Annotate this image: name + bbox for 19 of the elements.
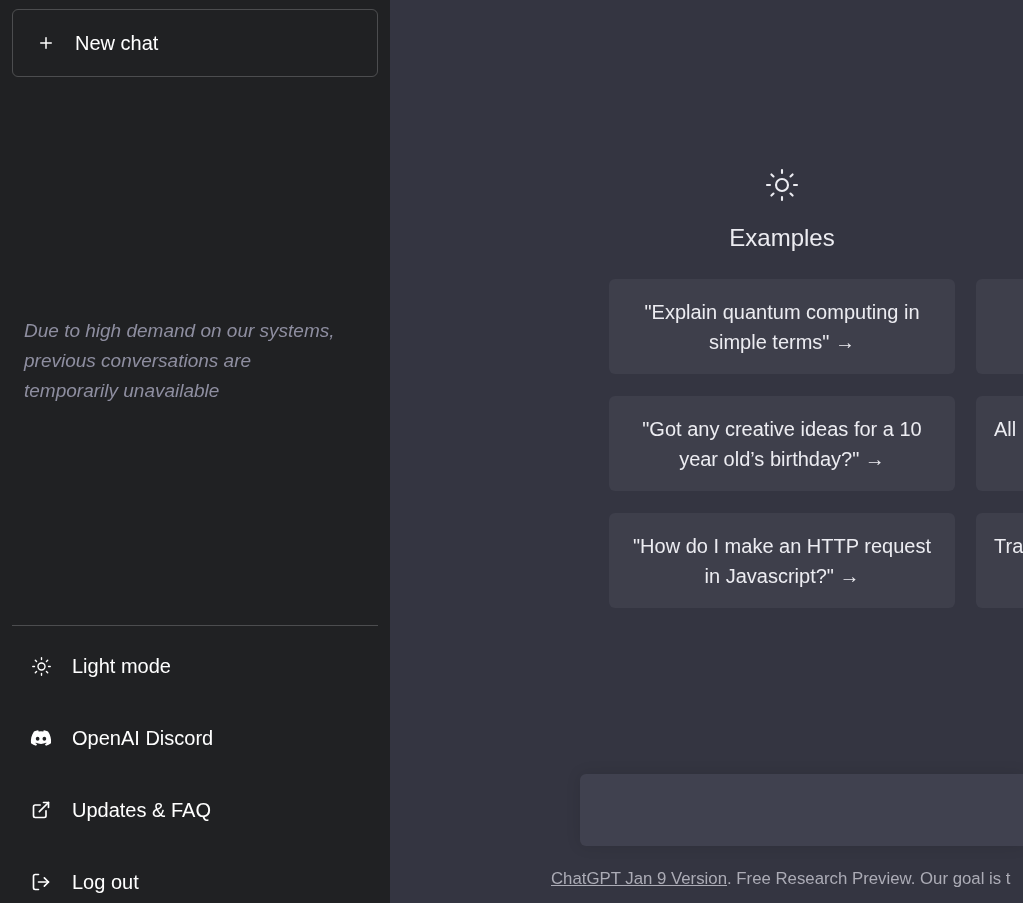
sidebar-link[interactable]: Updates & FAQ bbox=[12, 789, 378, 831]
example-prompt[interactable]: All bbox=[976, 396, 1023, 491]
example-prompt[interactable]: "How do I make an HTTP request in Javascript?" → bbox=[609, 513, 955, 608]
sidebar-link[interactable]: Light mode bbox=[12, 645, 378, 687]
version-link[interactable]: ChatGPT Jan 9 Version bbox=[551, 869, 727, 888]
notice-text: Due to high demand on our systems, previous conversations are temporarily unavailable bbox=[24, 319, 336, 403]
logout-icon bbox=[31, 872, 51, 892]
sun-icon bbox=[30, 655, 52, 677]
example-prompt[interactable]: Tra bbox=[976, 513, 1023, 608]
plus-icon bbox=[37, 34, 55, 52]
external-link-icon bbox=[31, 800, 51, 820]
example-prompt[interactable]: "Got any creative ideas for a 10 year old’s birthday?" → bbox=[609, 396, 955, 491]
example-prompt[interactable]: "Explain quantum computing in simple terms" → bbox=[609, 279, 955, 374]
new-chat-button[interactable]: New chat bbox=[12, 9, 378, 77]
footer-note: ChatGPT Jan 9 Version. Free Research Preview. Our goal is t bbox=[551, 868, 1012, 890]
sidebar-link[interactable]: Log out bbox=[12, 861, 378, 903]
section-heading: Examples bbox=[729, 223, 835, 253]
sun-icon bbox=[764, 167, 800, 203]
sidebar-link[interactable]: OpenAI Discord bbox=[12, 717, 378, 759]
